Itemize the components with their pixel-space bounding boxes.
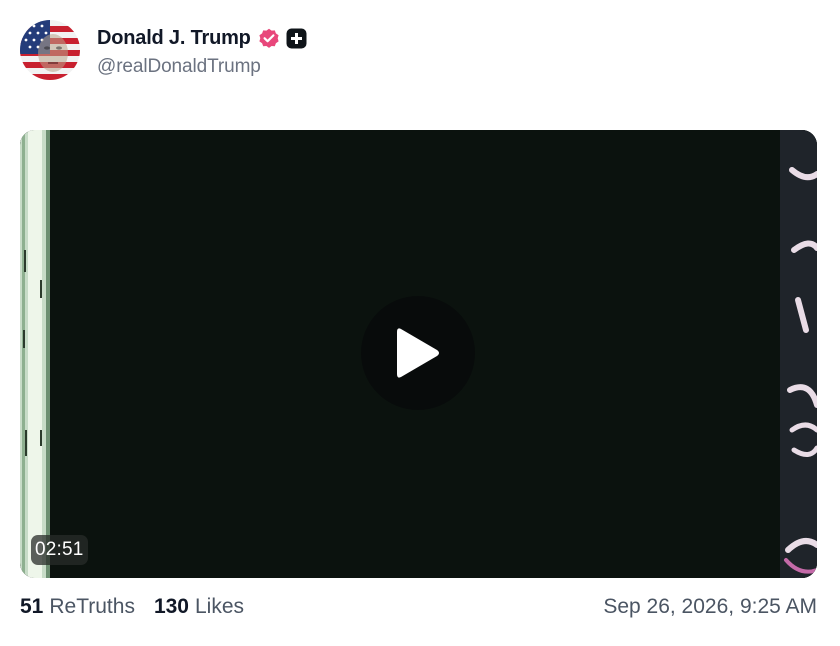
author-block: Donald J. Trump @realDonaldTrump — [97, 25, 307, 78]
author-row: Donald J. Trump — [97, 25, 307, 51]
play-icon — [397, 328, 439, 378]
retruths-label: ReTruths — [49, 595, 135, 618]
likes-label: Likes — [195, 595, 245, 618]
video-duration: 02:51 — [31, 535, 88, 565]
likes-count: 130 — [153, 595, 189, 618]
display-name[interactable]: Donald J. Trump — [97, 27, 251, 50]
play-button[interactable] — [361, 296, 475, 410]
flag-face-avatar-image — [20, 20, 80, 80]
post-timestamp[interactable]: Sep 26, 2026, 9:25 AM — [603, 595, 817, 619]
retruths-count: 51 — [20, 595, 44, 618]
video-player[interactable]: 02:51 — [20, 130, 817, 578]
plus-badge-icon — [286, 28, 307, 49]
verified-badge-icon — [257, 26, 281, 50]
post-header: Donald J. Trump @realDonaldTrump — [20, 20, 307, 82]
avatar[interactable] — [20, 20, 80, 80]
author-handle[interactable]: @realDonaldTrump — [97, 56, 307, 78]
likes-stat[interactable]: 130 Likes — [154, 595, 244, 619]
retruths-stat[interactable]: 51 ReTruths — [20, 595, 135, 619]
post-footer: 51 ReTruths 130 Likes Sep 26, 2026, 9:25… — [20, 592, 817, 622]
